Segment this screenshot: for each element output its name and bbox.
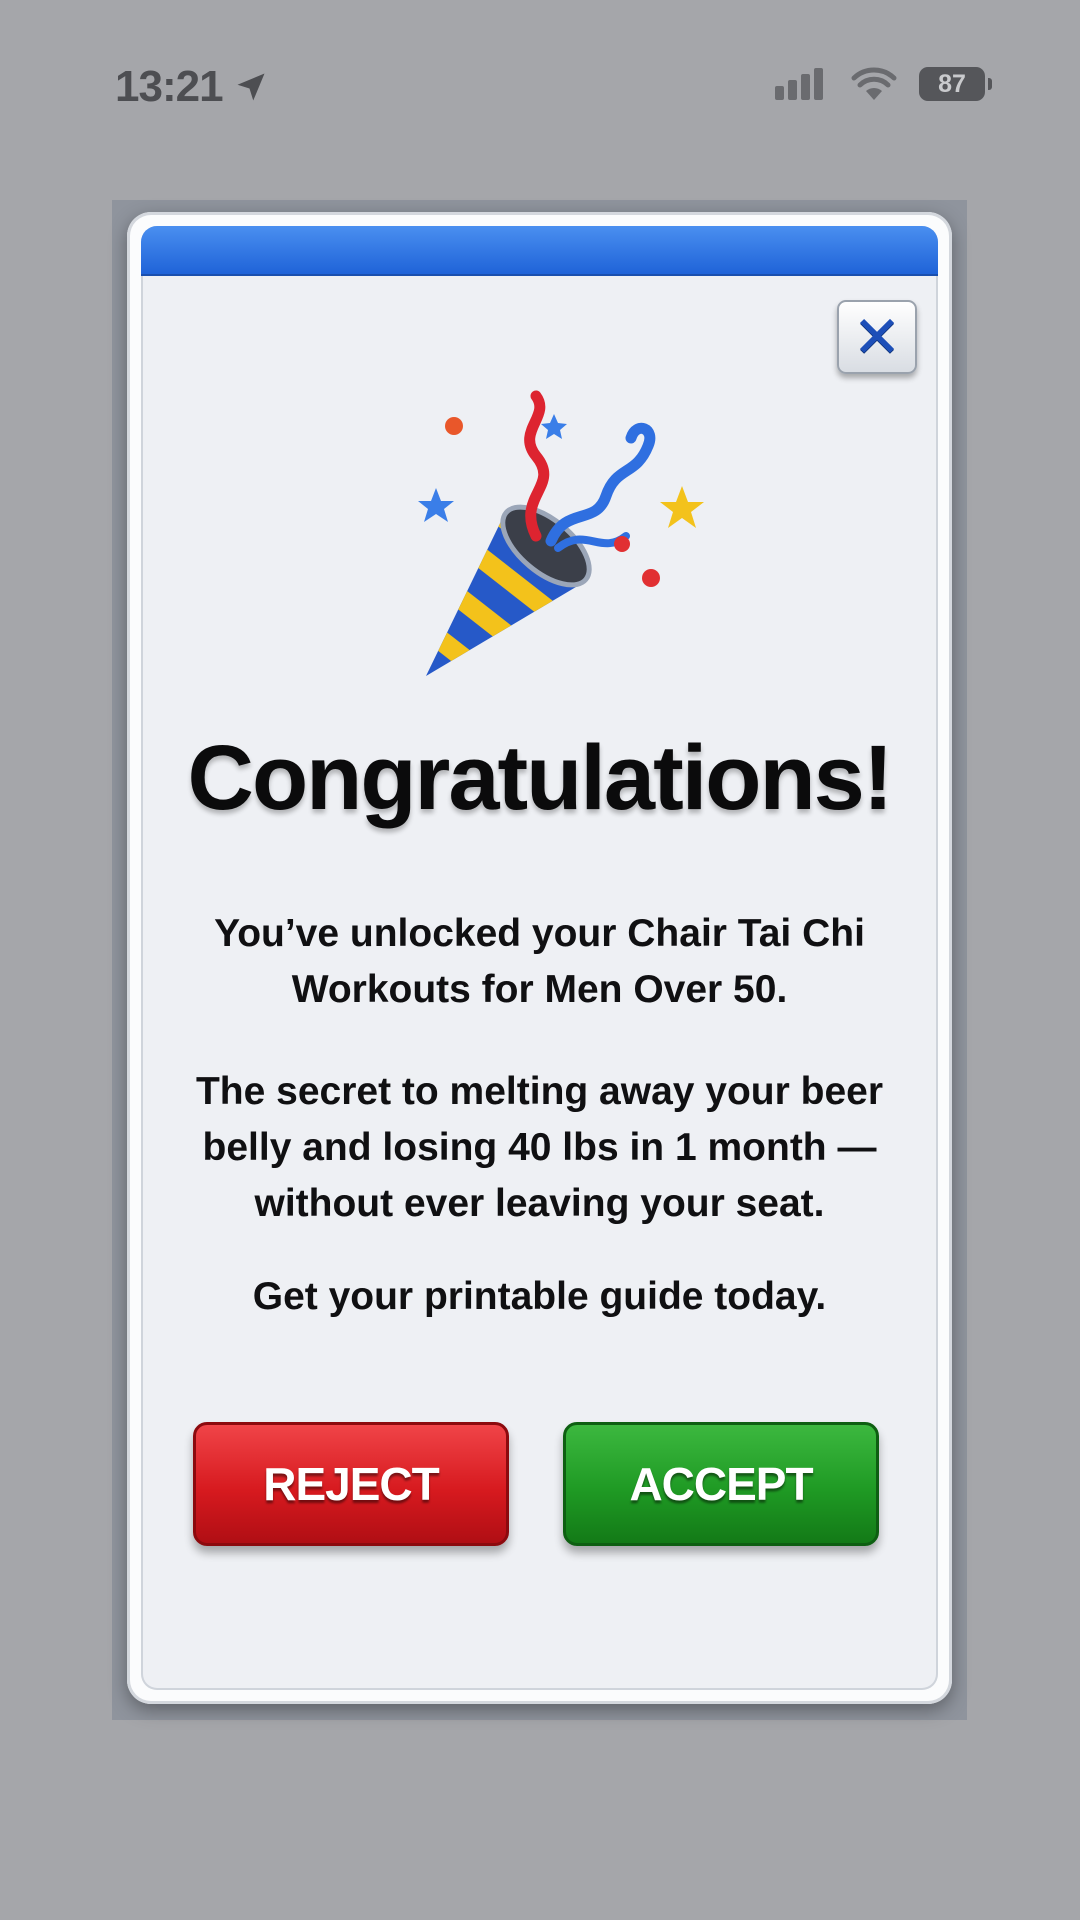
location-arrow-icon xyxy=(237,73,265,101)
status-time: 13:21 xyxy=(115,62,224,111)
call-to-action-text: Get your printable guide today. xyxy=(252,1275,827,1318)
unlock-message: You’ve unlocked your Chair Tai Chi Worko… xyxy=(214,912,865,1011)
battery-level: 87 xyxy=(938,69,966,98)
congratulations-dialog: ✕ Congratulations! You’ve unlocked your … xyxy=(127,212,952,1704)
battery-icon: 87 xyxy=(919,67,992,101)
wifi-icon xyxy=(851,67,897,100)
promo-message: The secret to melting away your beer bel… xyxy=(195,1070,884,1225)
accept-button[interactable]: ACCEPT xyxy=(563,1422,879,1546)
close-icon: ✕ xyxy=(852,303,902,371)
dialog-body: ✕ Congratulations! You’ve unlocked your … xyxy=(141,226,938,1690)
dialog-heading: Congratulations! xyxy=(187,727,894,829)
dialog-title-bar xyxy=(141,226,938,276)
cellular-signal-icon xyxy=(775,68,823,100)
status-bar: 13:21 87 xyxy=(0,0,1080,175)
party-popper-icon xyxy=(418,390,704,676)
status-icons: 87 xyxy=(775,66,992,102)
time-group: 13:21 xyxy=(115,62,269,112)
close-button[interactable]: ✕ xyxy=(837,300,917,374)
reject-button[interactable]: REJECT xyxy=(193,1422,509,1546)
